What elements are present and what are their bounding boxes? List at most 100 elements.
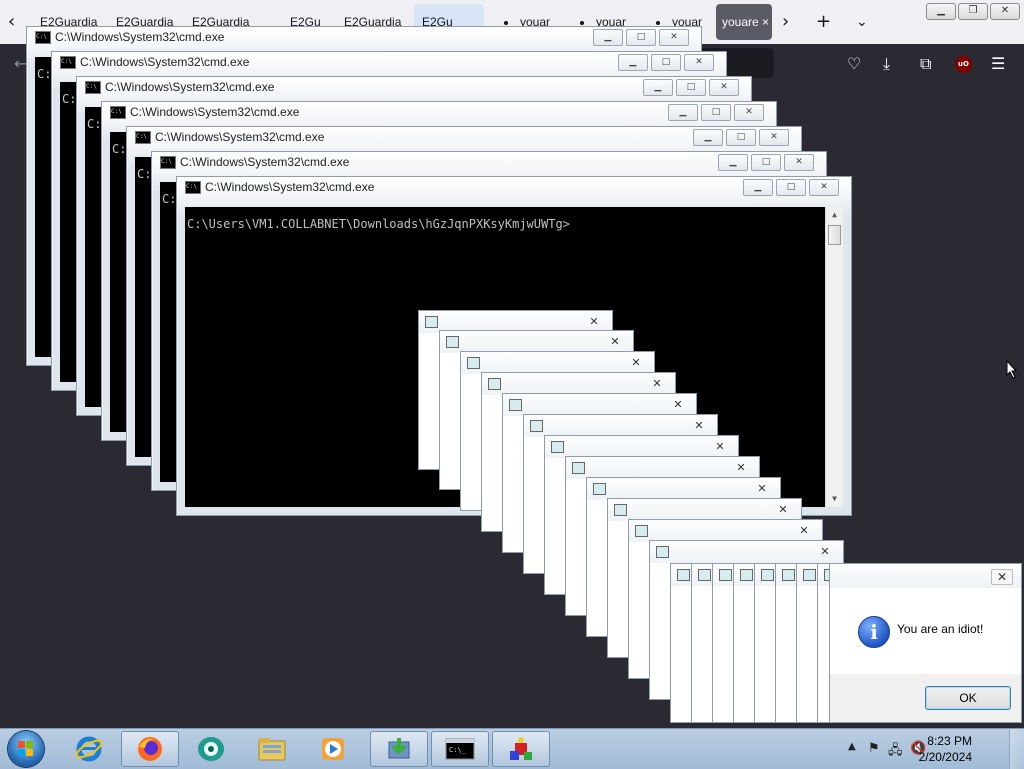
scroll-down-icon[interactable]: ▼ (826, 491, 843, 507)
minimize-button[interactable]: ▁ (618, 54, 648, 71)
scroll-thumb[interactable] (828, 225, 841, 245)
app-icon (761, 569, 774, 581)
maximize-button[interactable]: □ (751, 154, 781, 171)
system-tray: ▲ ⚑ 🖧 🔇 8:23 PM 2/20/2024 (834, 729, 1024, 769)
close-button[interactable]: ✕ (647, 377, 667, 390)
minimize-button[interactable]: ▁ (593, 29, 623, 46)
list-tabs-chevron-icon[interactable]: ⌄ (856, 12, 868, 32)
close-button[interactable]: ✕ (815, 545, 835, 558)
tab-scroll-left-icon[interactable]: ‹ (8, 12, 15, 32)
download-app-icon (388, 738, 410, 759)
title-bar[interactable]: C:\ C:\Windows\System32\cmd.exe ▁ □ ✕ (152, 152, 826, 174)
close-button[interactable]: ✕ (659, 29, 689, 46)
close-button[interactable]: ✕ (684, 54, 714, 71)
maximize-button[interactable]: □ (726, 129, 756, 146)
tab-scroll-right-icon[interactable]: › (782, 12, 789, 32)
minimize-button[interactable]: ▁ (643, 79, 673, 96)
start-button[interactable] (8, 731, 44, 767)
dialog-title-bar[interactable]: ✕ (629, 520, 822, 542)
close-button[interactable]: ✕ (734, 104, 764, 121)
internet-explorer-icon (75, 736, 103, 762)
maximize-button[interactable]: □ (626, 29, 656, 46)
maximize-button[interactable]: □ (676, 79, 706, 96)
taskbar-program[interactable] (492, 731, 550, 767)
dialog-title-bar[interactable]: ✕ (587, 478, 780, 500)
close-button[interactable]: ✕ (784, 154, 814, 171)
close-button[interactable]: ✕ (731, 461, 751, 474)
network-icon[interactable]: 🖧 (888, 741, 903, 763)
title-bar[interactable]: C:\ C:\Windows\System32\cmd.exe ▁ □ ✕ (177, 177, 851, 199)
message-dialog[interactable]: ✕ i You are an idiot! OK (829, 563, 1022, 723)
app-icon (446, 336, 459, 348)
minimize-button[interactable]: ▁ (926, 3, 956, 20)
console-text: C: (37, 67, 52, 81)
show-desktop-button[interactable] (1009, 729, 1024, 769)
scroll-up-icon[interactable]: ▲ (826, 207, 843, 223)
title-bar[interactable]: C:\ C:\Windows\System32\cmd.exe ▁ □ ✕ (102, 102, 776, 124)
close-button[interactable]: ✕ (773, 503, 793, 516)
ok-button[interactable]: OK (925, 686, 1011, 710)
taskbar-media-app[interactable] (182, 731, 240, 767)
dialog-title-bar[interactable]: ✕ (545, 436, 738, 458)
dialog-title-bar[interactable]: ✕ (608, 499, 801, 521)
close-button[interactable]: ✕ (709, 79, 739, 96)
extensions-icon[interactable]: ⧉ (920, 54, 931, 74)
taskbar-firefox[interactable] (121, 731, 179, 767)
taskbar-media-player[interactable] (304, 731, 362, 767)
cmd-icon: C:\ (85, 81, 101, 94)
maximize-button[interactable]: □ (651, 54, 681, 71)
taskbar-download-app[interactable] (370, 731, 428, 767)
browser-tab-active[interactable]: youare × (716, 4, 772, 40)
title-bar[interactable]: C:\ C:\Windows\System32\cmd.exe ▁ □ ✕ (27, 27, 701, 49)
mouse-cursor-icon (1006, 360, 1018, 379)
dialog-title-bar[interactable]: ✕ (440, 331, 633, 353)
close-button[interactable]: ✕ (584, 315, 604, 328)
menu-icon[interactable]: ☰ (991, 54, 1005, 74)
close-button[interactable]: ✕ (794, 524, 814, 537)
dialog-message: You are an idiot! (897, 622, 984, 636)
title-bar[interactable]: C:\ C:\Windows\System32\cmd.exe ▁ □ ✕ (77, 77, 751, 99)
dialog-title-bar[interactable]: ✕ (503, 394, 696, 416)
clock-time[interactable]: 8:23 PM (927, 734, 972, 748)
close-button[interactable]: ✕ (809, 179, 839, 196)
restore-button[interactable]: ❐ (958, 3, 988, 20)
title-bar[interactable]: C:\ C:\Windows\System32\cmd.exe ▁ □ ✕ (127, 127, 801, 149)
minimize-button[interactable]: ▁ (693, 129, 723, 146)
dialog-title-bar[interactable]: ✕ (461, 352, 654, 374)
pocket-icon[interactable]: ♡ (847, 54, 861, 74)
taskbar-internet-explorer[interactable] (60, 731, 118, 767)
app-icon (635, 525, 648, 537)
close-button[interactable]: ✕ (759, 129, 789, 146)
show-hidden-icons-icon[interactable]: ▲ (848, 741, 856, 752)
action-center-flag-icon[interactable]: ⚑ (868, 741, 880, 756)
close-button[interactable]: ✕ (605, 335, 625, 348)
dialog-title-bar[interactable]: ✕ (482, 373, 675, 395)
console-text: C: (112, 142, 127, 156)
dialog-title-bar[interactable]: ✕ (524, 415, 717, 437)
taskbar-explorer[interactable] (243, 731, 301, 767)
dialog-title-bar[interactable]: ✕ (650, 541, 843, 563)
close-button[interactable]: ✕ (668, 398, 688, 411)
app-icon (530, 420, 543, 432)
close-button[interactable]: ✕ (990, 3, 1020, 20)
taskbar-cmd[interactable]: C:\_ (431, 731, 489, 767)
close-button[interactable]: ✕ (991, 569, 1013, 585)
close-button[interactable]: ✕ (710, 440, 730, 453)
maximize-button[interactable]: □ (776, 179, 806, 196)
close-button[interactable]: ✕ (752, 482, 772, 495)
window-title: C:\Windows\System32\cmd.exe (80, 55, 250, 69)
title-bar[interactable]: C:\ C:\Windows\System32\cmd.exe ▁ □ ✕ (52, 52, 726, 74)
ublock-origin-icon[interactable]: uO (955, 56, 972, 73)
download-icon[interactable]: ⤓ (883, 54, 890, 74)
maximize-button[interactable]: □ (701, 104, 731, 121)
close-button[interactable]: ✕ (689, 419, 709, 432)
minimize-button[interactable]: ▁ (668, 104, 698, 121)
dialog-title-bar[interactable]: ✕ (830, 564, 1021, 588)
close-button[interactable]: ✕ (626, 356, 646, 369)
vertical-scrollbar[interactable]: ▲ ▼ (825, 207, 843, 507)
dialog-title-bar[interactable]: ✕ (566, 457, 759, 479)
minimize-button[interactable]: ▁ (718, 154, 748, 171)
minimize-button[interactable]: ▁ (743, 179, 773, 196)
clock-date[interactable]: 2/20/2024 (919, 750, 972, 764)
new-tab-icon[interactable]: + (816, 12, 831, 32)
